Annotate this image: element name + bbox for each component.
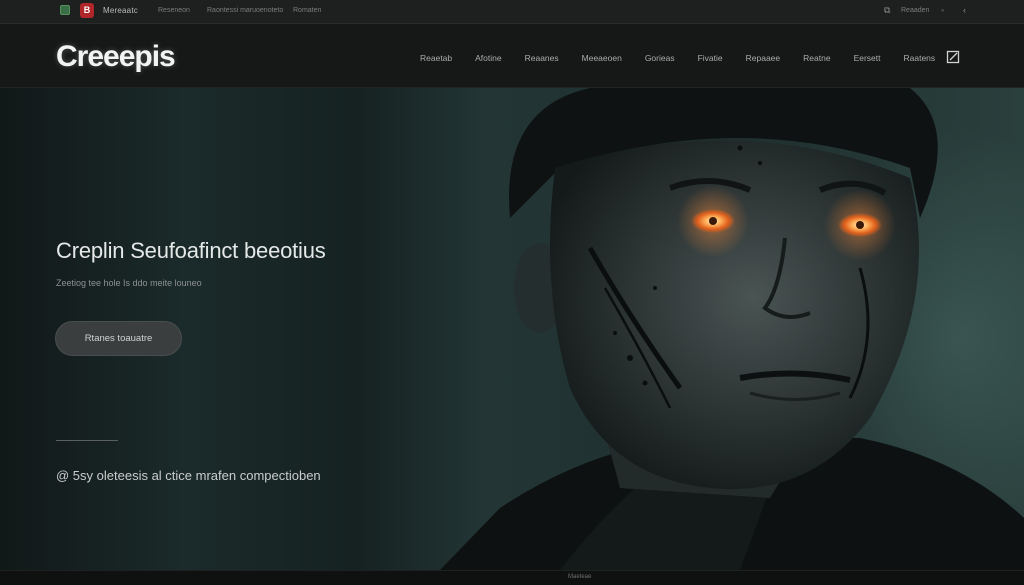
nav-item-6[interactable]: Fivatie <box>698 53 723 63</box>
nav-item-3[interactable]: Reaanes <box>525 53 559 63</box>
main-nav: Reaetab Afotine Reaanes Meeaeoen Gorieas… <box>420 53 958 63</box>
browser-right-label[interactable]: Reaaden <box>901 7 929 14</box>
browser-tab-title[interactable]: Mereaatc <box>103 6 138 15</box>
hero-note: @ 5sy oleteesis al ctice mrafen compecti… <box>56 468 321 483</box>
footer-text[interactable]: Maeteae <box>568 574 591 580</box>
tab-link-2[interactable]: Raontessi maruoenoteto <box>207 7 283 14</box>
hero-cta-button[interactable]: Rtanes toauatre <box>55 321 182 356</box>
bookmark-icon[interactable]: ⧉ <box>884 5 890 16</box>
site-logo[interactable]: Creeepis <box>56 40 176 74</box>
page-footer: Maeteae <box>0 570 1024 585</box>
hero-divider <box>56 440 118 441</box>
browser-chrome: B Mereaatc Reseneon Raontessi maruoenote… <box>0 0 1024 24</box>
nav-item-7[interactable]: Repaaee <box>746 53 781 63</box>
tab-link-1[interactable]: Reseneon <box>158 7 190 14</box>
hero-section: Creplin Seufoafinct beeotius Zeetiog tee… <box>0 88 1024 570</box>
nav-item-4[interactable]: Meeaeoen <box>582 53 622 63</box>
shield-icon[interactable] <box>60 5 70 15</box>
edit-icon[interactable] <box>946 50 960 64</box>
nav-item-10[interactable]: Raatens <box>904 53 936 63</box>
nav-item-5[interactable]: Gorieas <box>645 53 675 63</box>
extension-icon[interactable]: ◦ <box>941 5 944 15</box>
nav-item-8[interactable]: Reatne <box>803 53 830 63</box>
site-header: Creeepis Reaetab Afotine Reaanes Meeaeoe… <box>0 24 1024 88</box>
hero-title: Creplin Seufoafinct beeotius <box>56 238 326 263</box>
hero-subtitle: Zeetiog tee hole Is ddo meite louneo <box>56 278 202 288</box>
hero-portrait-image <box>440 88 1024 570</box>
site-favicon-icon[interactable]: B <box>80 3 94 18</box>
nav-item-2[interactable]: Afotine <box>475 53 501 63</box>
chevron-left-icon[interactable]: ‹ <box>963 5 966 15</box>
tab-link-3[interactable]: Romaten <box>293 7 321 14</box>
nav-item-9[interactable]: Eersett <box>854 53 881 63</box>
nav-item-1[interactable]: Reaetab <box>420 53 452 63</box>
